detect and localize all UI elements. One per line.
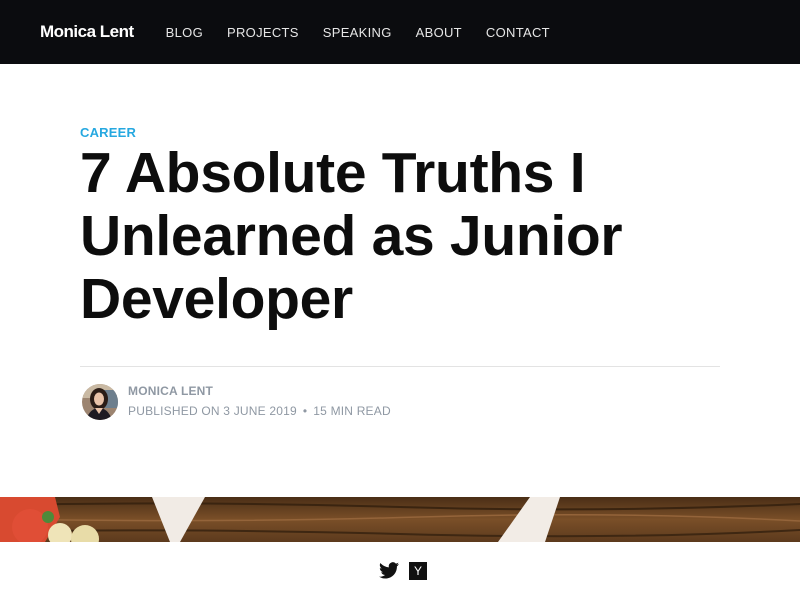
published-date: PUBLISHED ON 3 JUNE 2019 xyxy=(128,404,297,418)
author-avatar xyxy=(82,384,118,420)
nav-link-about[interactable]: ABOUT xyxy=(416,25,462,40)
author-name[interactable]: MONICA LENT xyxy=(128,384,213,398)
read-time: 15 MIN READ xyxy=(313,404,391,418)
hero-image xyxy=(0,497,800,542)
article-title: 7 Absolute Truths I Unlearned as Junior … xyxy=(80,141,623,331)
nav-link-projects[interactable]: PROJECTS xyxy=(227,25,299,40)
share-bar: Y xyxy=(0,542,800,600)
hacker-news-icon[interactable]: Y xyxy=(409,562,427,580)
article-category[interactable]: CAREER xyxy=(80,125,136,140)
divider xyxy=(80,366,720,367)
twitter-icon[interactable] xyxy=(379,562,399,579)
article-meta: PUBLISHED ON 3 JUNE 2019 • 15 MIN READ xyxy=(128,404,391,418)
nav-link-speaking[interactable]: SPEAKING xyxy=(323,25,392,40)
meta-separator: • xyxy=(302,404,308,418)
site-brand[interactable]: Monica Lent xyxy=(40,22,134,42)
nav-link-blog[interactable]: BLOG xyxy=(166,25,203,40)
nav-link-contact[interactable]: CONTACT xyxy=(486,25,550,40)
top-navbar: Monica Lent BLOG PROJECTS SPEAKING ABOUT… xyxy=(0,0,800,64)
